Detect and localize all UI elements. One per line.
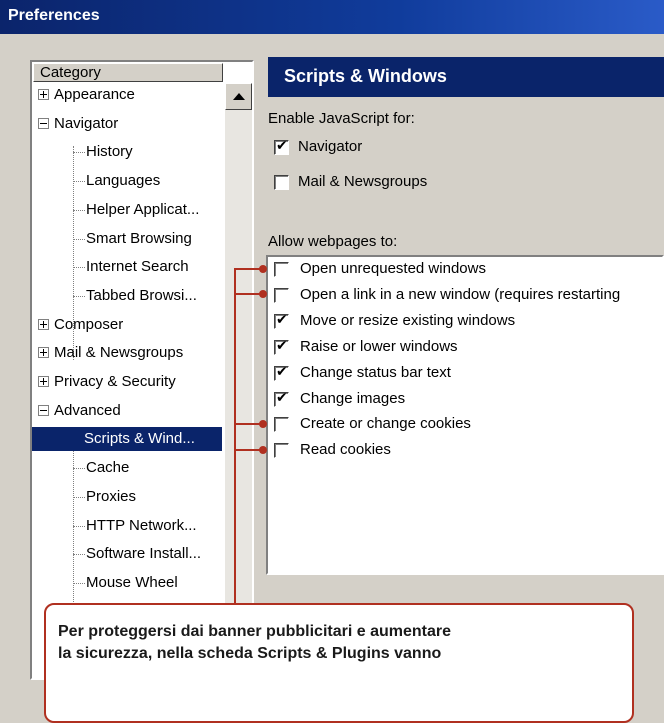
allow-option-label: Open unrequested windows <box>300 260 486 277</box>
tree-branch-line <box>73 152 85 154</box>
expand-plus-icon[interactable] <box>38 347 49 359</box>
tree-item-label: Languages <box>86 172 161 190</box>
tree-item-label: Proxies <box>86 487 137 505</box>
tree-branch-line <box>73 582 85 584</box>
enable-js-label: Mail & Newsgroups <box>298 173 428 190</box>
category-tree[interactable]: Category Appearance Navigator History Langu… <box>30 60 254 683</box>
tree-item-label: Appearance <box>54 86 135 103</box>
tree-item-label: Mail & Newsgroups <box>54 344 184 362</box>
panel-title: Scripts & Windows <box>284 66 447 86</box>
panel-header: Scripts & Windows <box>268 57 664 97</box>
tree-branch-line <box>73 468 85 470</box>
annotation-callout: Per proteggersi dai banner pubblicitari … <box>44 603 634 723</box>
annotation-vertical-line <box>234 268 236 604</box>
tree-item-label: Internet Search <box>86 258 189 276</box>
tree-branch-line <box>73 496 85 498</box>
tree-item-label: Scripts & Wind... <box>32 427 222 452</box>
enable-javascript-label: Enable JavaScript for: <box>268 110 415 127</box>
tree-branch-line <box>73 209 85 211</box>
tree-item-label: History <box>86 143 133 161</box>
tree-item-label: Tabbed Browsi... <box>86 286 197 304</box>
tree-item-label: Composer <box>54 315 124 333</box>
allow-checkbox[interactable] <box>274 390 289 407</box>
enable-js-checkbox[interactable] <box>274 138 289 155</box>
allow-checkbox[interactable] <box>274 443 289 459</box>
allow-checkbox[interactable] <box>274 338 289 355</box>
collapse-minus-icon[interactable] <box>38 117 49 129</box>
allow-checkbox[interactable] <box>274 417 289 433</box>
allow-checkbox[interactable] <box>274 287 289 303</box>
allow-option-label: Create or change cookies <box>300 415 471 433</box>
expand-plus-icon[interactable] <box>38 89 49 100</box>
allow-option-label: Change images <box>300 389 406 407</box>
category-column-header[interactable]: Category <box>33 63 223 82</box>
tree-item-label: Navigator <box>54 114 119 132</box>
tree-item-label: HTTP Network... <box>86 516 197 534</box>
expand-plus-icon[interactable] <box>38 376 49 387</box>
tree-scrollbar[interactable] <box>225 83 252 683</box>
allow-option-label: Raise or lower windows <box>300 337 458 355</box>
annotation-dot-icon <box>259 446 267 454</box>
allow-webpages-label: Allow webpages to: <box>268 233 398 250</box>
allow-checkbox[interactable] <box>274 364 289 381</box>
tree-item-label: Smart Browsing <box>86 229 192 247</box>
tree-branch-line <box>73 181 85 183</box>
allow-option-label: Read cookies <box>300 441 391 459</box>
tree-branch-line <box>73 554 85 556</box>
callout-line-2: la sicurezza, nella scheda Scripts & Plu… <box>58 645 442 662</box>
tree-branch-line <box>73 525 85 527</box>
allow-option-label: Change status bar text <box>300 363 451 381</box>
title-bar: Preferences <box>0 0 664 34</box>
tree-item-label: Privacy & Security <box>54 373 176 390</box>
callout-line-1: Per proteggersi dai banner pubblicitari … <box>58 623 451 640</box>
tree-branch-line <box>73 267 85 269</box>
annotation-dot-icon <box>259 290 267 298</box>
tree-item-label: Cache <box>86 459 130 477</box>
enable-js-checkbox[interactable] <box>274 175 289 190</box>
enable-js-label: Navigator <box>298 138 363 155</box>
tree-branch-line <box>73 238 85 240</box>
allow-checkbox[interactable] <box>274 262 289 277</box>
window-title: Preferences <box>8 7 100 24</box>
tree-branch-line <box>73 295 85 297</box>
tree-item-label: Advanced <box>54 401 121 419</box>
allow-option-label: Move or resize existing windows <box>300 311 516 329</box>
allow-option-label: Open a link in a new window (requires re… <box>300 285 621 303</box>
tree-item-label: Mouse Wheel <box>86 573 178 591</box>
expand-plus-icon[interactable] <box>38 318 49 330</box>
tree-item-label: Software Install... <box>86 545 202 563</box>
scroll-up-arrow-icon[interactable] <box>225 83 252 110</box>
collapse-minus-icon[interactable] <box>38 404 49 416</box>
category-header-label: Category <box>40 64 101 81</box>
allow-checkbox[interactable] <box>274 312 289 329</box>
annotation-dot-icon <box>259 265 267 273</box>
tree-item-label: Helper Applicat... <box>86 200 200 218</box>
annotation-dot-icon <box>259 420 267 428</box>
